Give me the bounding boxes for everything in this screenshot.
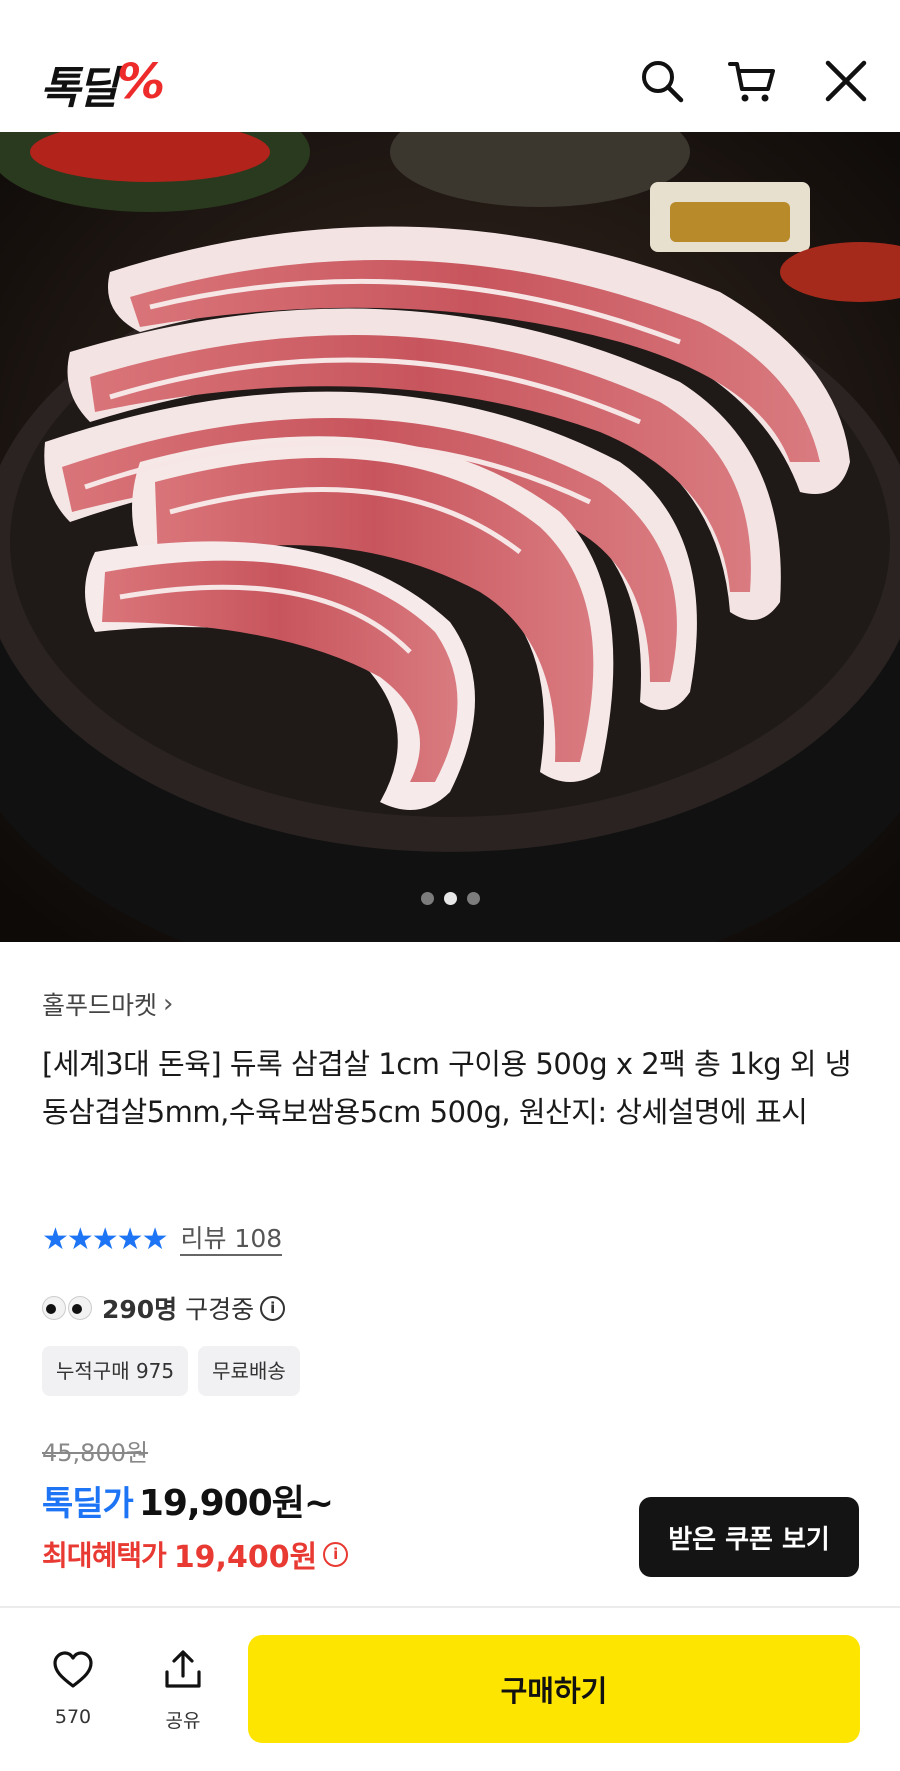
heart-icon [53,1651,93,1688]
carousel-dot[interactable] [466,892,480,905]
chevron-right-icon: › [163,989,174,1019]
view-coupons-button[interactable]: 받은 쿠폰 보기 [639,1497,859,1577]
share-icon [165,1650,201,1688]
max-benefit-price: 19,400원 [173,1540,318,1575]
product-title: [세계3대 돈육] 듀록 삼겹살 1cm 구이용 500g x 2팩 총 1kg… [42,1047,851,1129]
product-image-carousel[interactable] [0,132,900,942]
cart-icon[interactable] [727,56,777,106]
max-benefit-row: 최대혜택가 19,400원 i [42,1532,349,1576]
like-button[interactable]: 570 [38,1648,108,1728]
viewers-count: 290명 [102,1295,178,1324]
viewers-row: 290명 구경중 i [42,1290,286,1326]
star-rating-icon: ★★★★★ [42,1222,168,1257]
logo-text: 톡딜 [40,63,118,114]
talkdeal-logo[interactable]: 톡딜 % [40,52,165,116]
max-benefit-label: 최대혜택가 [42,1539,167,1572]
review-link[interactable]: 리뷰 108 [180,1224,283,1256]
carousel-dot[interactable] [420,892,434,905]
close-icon[interactable] [821,56,871,106]
deal-price-row: 톡딜가 19,900원~ [42,1474,334,1526]
buy-button[interactable]: 구매하기 [248,1635,860,1743]
free-shipping-badge: 무료배송 [198,1346,300,1396]
eyes-icon [42,1296,92,1320]
viewers-label: 구경중 [185,1295,255,1324]
carousel-indicator [0,892,900,905]
purchase-count-badge: 누적구매 975 [42,1346,189,1396]
share-button[interactable]: 공유 [148,1648,218,1733]
logo-percent-mark: % [116,54,166,110]
benefit-info-icon[interactable]: i [323,1541,349,1567]
bottom-action-bar: 570 공유 구매하기 [0,1608,900,1771]
deal-price: 19,900원~ [138,1483,334,1524]
app-header: 톡딜 % [0,0,900,132]
seller-name: 홀푸드마켓 [42,991,158,1020]
original-price: 45,800원 [42,1439,149,1467]
rating-row: ★★★★★ 리뷰 108 [42,1222,283,1257]
search-icon[interactable] [637,56,687,106]
seller-link[interactable]: 홀푸드마켓 › [42,986,173,1022]
carousel-dot-active[interactable] [443,892,457,905]
like-count: 570 [54,1706,92,1728]
deal-price-label: 톡딜가 [42,1484,134,1524]
info-icon[interactable]: i [260,1295,286,1321]
share-label: 공유 [165,1710,201,1732]
pork-belly-photo [0,132,900,942]
badge-list: 누적구매 975 무료배송 [42,1346,300,1396]
